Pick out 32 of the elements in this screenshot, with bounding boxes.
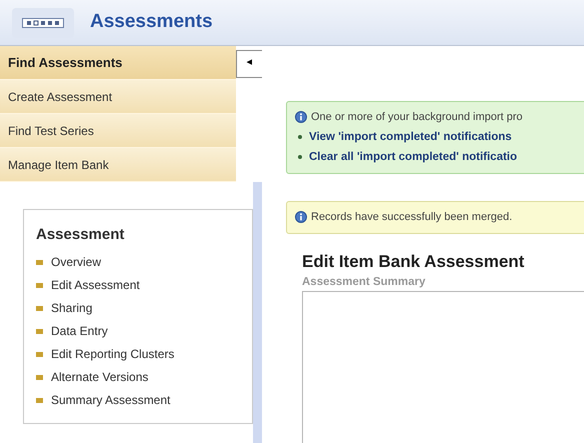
bullet-icon	[298, 155, 302, 160]
collapse-button[interactable]: ◂	[236, 50, 262, 78]
page-title: Edit Item Bank Assessment	[302, 250, 526, 272]
message-text: Records have successfully been merged.	[311, 210, 512, 225]
notification-link[interactable]: Clear all 'import completed' notificatio	[309, 148, 518, 166]
bullet-icon	[36, 328, 43, 334]
nav-item[interactable]: Create Assessment	[0, 80, 236, 114]
bullet-icon	[36, 398, 43, 402]
panel-link[interactable]: Edit Assessment	[51, 276, 140, 294]
bullet-icon	[298, 135, 302, 140]
message-text: One or more of your background import pro	[311, 110, 523, 125]
panel-link[interactable]: Alternate Versions	[51, 368, 148, 386]
panel-link[interactable]: Edit Reporting Clusters	[51, 345, 174, 363]
nav-item[interactable]: Find Test Series	[0, 114, 236, 148]
bullet-icon	[36, 352, 43, 356]
dots-icon	[22, 18, 64, 28]
panel-link[interactable]: Summary Assessment	[51, 391, 170, 409]
panel-title: Assessment	[36, 225, 126, 245]
notification-link[interactable]: View 'import completed' notifications	[309, 128, 512, 146]
field-label: Assessment Summary	[302, 275, 426, 290]
bullet-icon	[36, 374, 43, 380]
app-title: Assessments	[90, 10, 213, 34]
info-icon	[295, 211, 307, 224]
info-icon	[295, 111, 307, 124]
panel-link[interactable]: Sharing	[51, 299, 92, 317]
bullet-icon	[36, 260, 43, 264]
panel-link[interactable]: Overview	[51, 253, 102, 271]
nav-item[interactable]: Find Assessments	[0, 46, 236, 80]
bullet-icon	[36, 282, 43, 288]
nav-item[interactable]: Manage Item Bank	[0, 148, 236, 182]
bullet-icon	[36, 306, 43, 310]
panel-link[interactable]: Data Entry	[51, 322, 108, 340]
